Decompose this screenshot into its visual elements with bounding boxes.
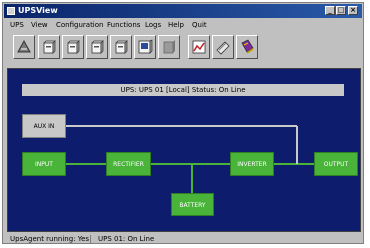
app-window: UPSView _ □ × UPS View Configuration Fun… (2, 2, 364, 244)
ups-unit-button-1[interactable] (38, 35, 60, 59)
monitor-button[interactable] (134, 35, 156, 59)
window-title: UPSView (18, 6, 58, 15)
toolbar (4, 32, 362, 66)
ups-disabled-button[interactable] (158, 35, 180, 59)
menu-quit[interactable]: Quit (192, 19, 207, 32)
app-icon (7, 7, 15, 15)
monitor-icon (138, 39, 153, 54)
ups-unit-icon (43, 40, 56, 54)
tool-button[interactable] (212, 35, 234, 59)
minimize-button[interactable]: _ (325, 6, 335, 15)
rectifier-block[interactable]: RECTIFIER (106, 152, 151, 176)
menu-configuration[interactable]: Configuration (56, 19, 103, 32)
aux-in-block[interactable]: AUX IN (22, 114, 66, 138)
ups-diagram-panel: UPS: UPS 01 [Local] Status: On Line AUX … (7, 68, 361, 232)
ups-toolbar-button[interactable] (13, 35, 35, 59)
ups-unit-icon (67, 40, 80, 54)
book-icon (241, 39, 254, 54)
close-button[interactable]: × (348, 6, 358, 15)
inverter-block[interactable]: INVERTER (230, 152, 274, 176)
ups-status: UPS 01: On Line (98, 235, 155, 243)
menu-bar: UPS View Configuration Functions Logs He… (4, 19, 362, 32)
status-divider (90, 235, 91, 243)
ups-unit-button-2[interactable] (62, 35, 84, 59)
ups-icon (17, 39, 31, 53)
menu-ups[interactable]: UPS (10, 19, 24, 32)
ups-unit-button-4[interactable] (110, 35, 132, 59)
chart-button[interactable] (188, 35, 210, 59)
title-bar: UPSView _ □ × (4, 4, 362, 18)
menu-view[interactable]: View (31, 19, 48, 32)
menu-functions[interactable]: Functions (107, 19, 140, 32)
ups-unit-button-3[interactable] (86, 35, 108, 59)
ups-disabled-icon (163, 40, 175, 54)
battery-block[interactable]: BATTERY (171, 193, 214, 216)
book-button[interactable] (236, 35, 258, 59)
ups-unit-icon (91, 40, 104, 54)
status-bar: UpsAgent running: Yes UPS 01: On Line (4, 234, 362, 244)
output-block[interactable]: OUTPUT (314, 152, 358, 176)
maximize-button[interactable]: □ (336, 6, 346, 15)
menu-logs[interactable]: Logs (145, 19, 161, 32)
input-block[interactable]: INPUT (22, 152, 66, 176)
agent-status: UpsAgent running: Yes (10, 235, 90, 243)
tool-icon (216, 41, 230, 55)
ups-unit-icon (115, 40, 128, 54)
menu-help[interactable]: Help (168, 19, 184, 32)
chart-icon (192, 40, 206, 54)
